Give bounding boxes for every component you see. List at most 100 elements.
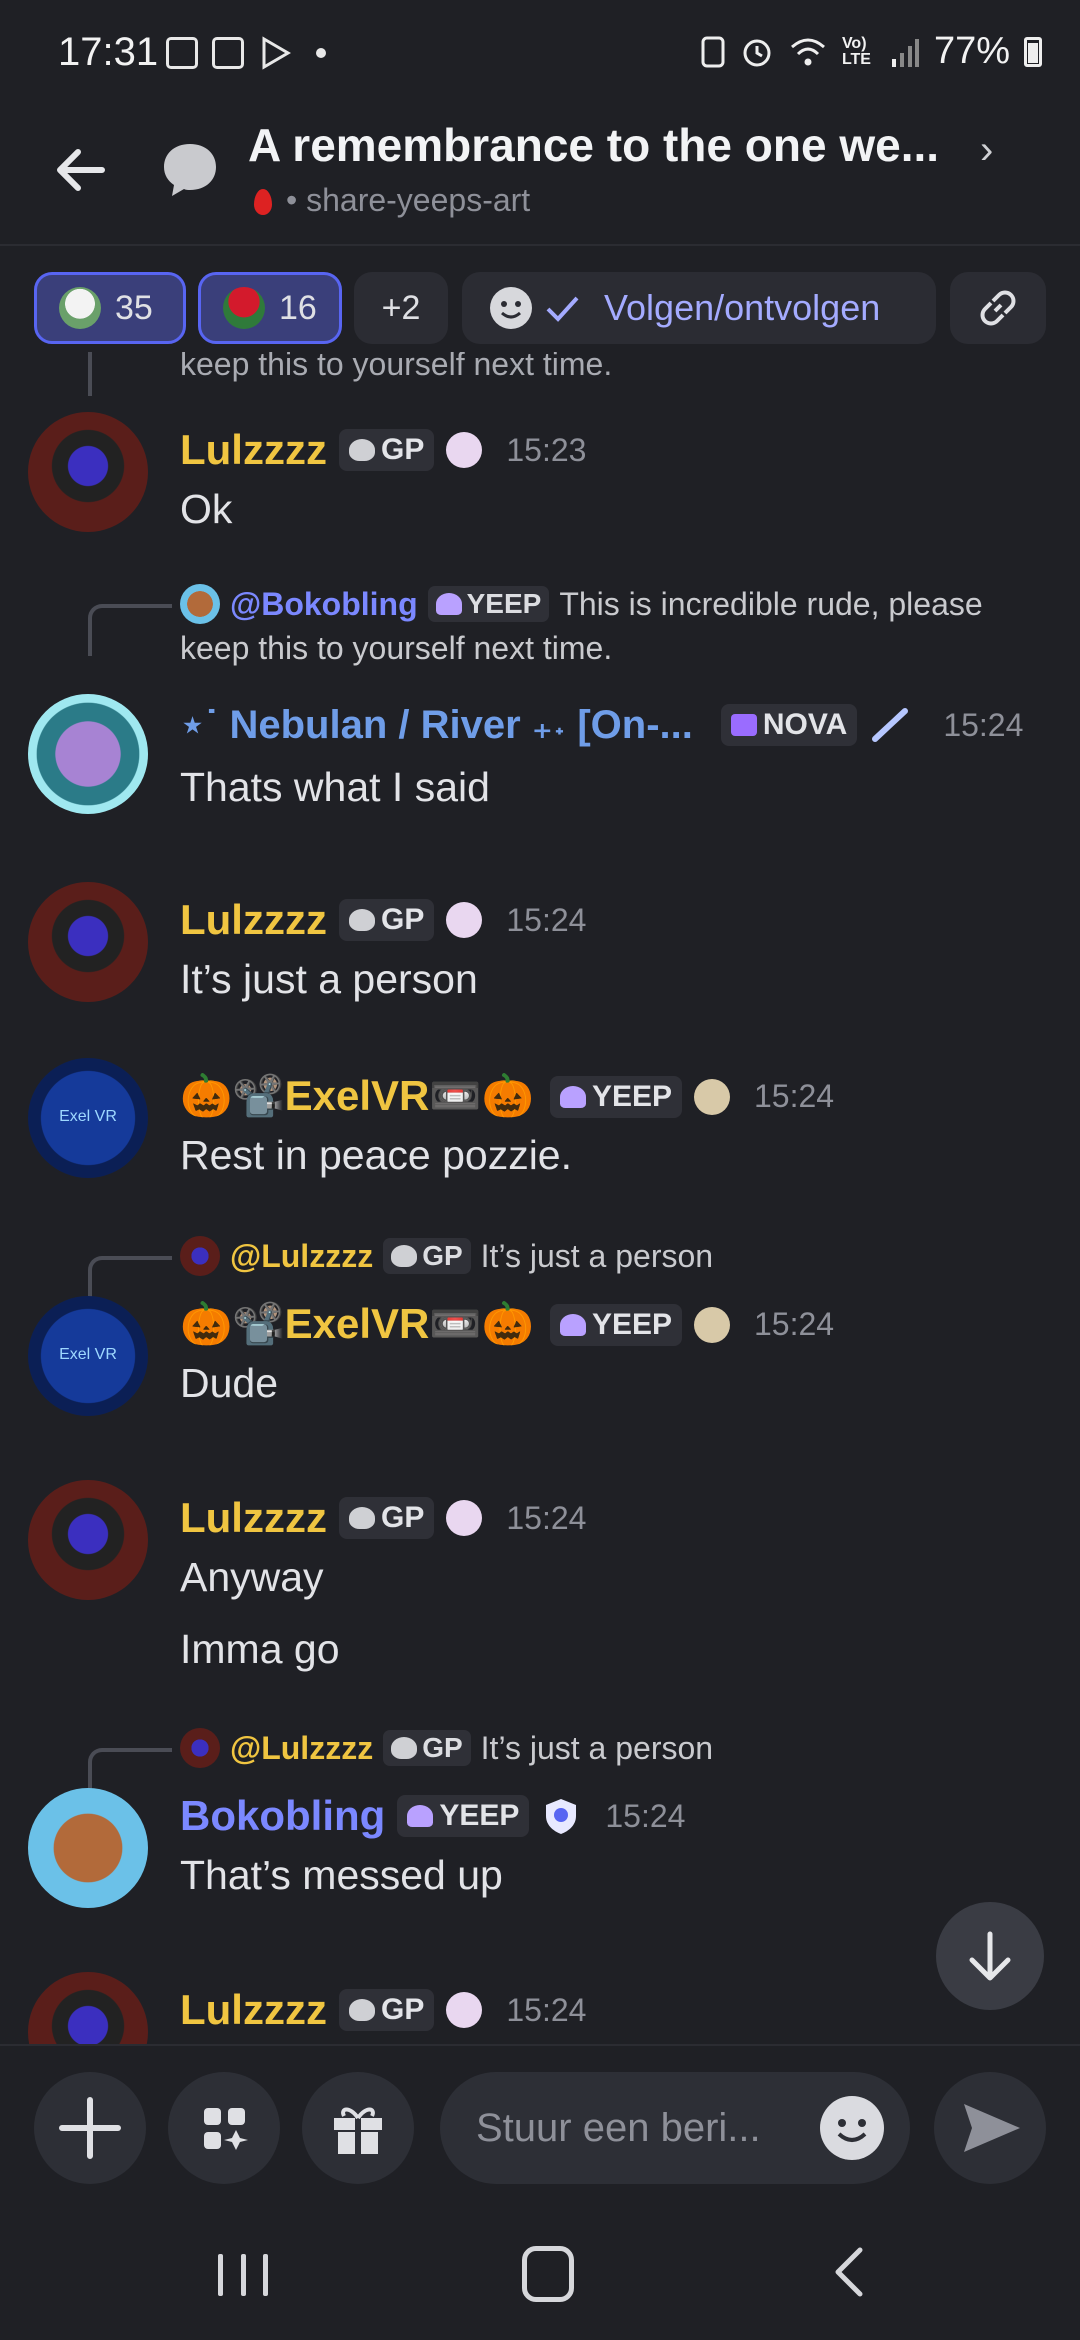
reaction-rose[interactable]: 16 xyxy=(198,272,342,344)
username[interactable]: Bokobling xyxy=(180,1792,385,1840)
avatar[interactable] xyxy=(28,1480,148,1600)
reply-username[interactable]: @Bokobling xyxy=(230,586,418,623)
reaction-dove[interactable]: 35 xyxy=(34,272,186,344)
clipped-reply-text: keep this to yourself next time. xyxy=(180,352,613,382)
reply-avatar xyxy=(180,1236,220,1276)
message-list[interactable]: keep this to yourself next time. Lulzzzz… xyxy=(0,352,1080,2044)
username[interactable]: 🎃📽️ExelVR📼🎃 xyxy=(180,1072,534,1121)
send-icon xyxy=(964,2104,1020,2152)
avatar[interactable] xyxy=(28,882,148,1002)
arrow-down-icon xyxy=(969,1931,1011,1981)
thread-header: A remembrance to the one we... › • share… xyxy=(0,110,1080,246)
username[interactable]: Lulzzzz xyxy=(180,896,327,944)
reply-role-tag: GP xyxy=(383,1238,471,1274)
checkbox-notification-icon xyxy=(212,37,244,69)
role-tag-label: GP xyxy=(380,433,425,466)
username[interactable]: ⋆˙ Nebulan / River ₊˖ [On-... xyxy=(180,702,693,748)
rose-emoji-icon xyxy=(223,287,265,329)
thread-action-bar: 35 16 +2 Volgen/ontvolgen xyxy=(0,272,1080,348)
reaction-count: 16 xyxy=(279,288,317,327)
gallery-notification-icon xyxy=(166,37,198,69)
apps-button[interactable] xyxy=(168,2072,280,2184)
message-text: It’s just a person xyxy=(180,956,478,1002)
timestamp: 15:24 xyxy=(943,706,1024,743)
avatar[interactable]: Exel VR xyxy=(28,1296,148,1416)
mask-badge-icon xyxy=(693,1306,730,1343)
channel-breadcrumb[interactable]: • share-yeeps-art xyxy=(254,182,530,219)
role-tag: GP xyxy=(338,1497,435,1539)
heart-icon xyxy=(407,1805,434,1827)
role-tag: GP xyxy=(338,429,435,471)
copy-link-button[interactable] xyxy=(950,272,1046,344)
reply-avatar xyxy=(180,1728,220,1768)
role-tag-label: GP xyxy=(380,1501,425,1534)
avatar[interactable] xyxy=(28,1788,148,1908)
role-tag-label: GP xyxy=(380,1993,425,2026)
timestamp: 15:24 xyxy=(753,1306,835,1342)
avatar[interactable] xyxy=(28,412,148,532)
nav-back-icon[interactable] xyxy=(826,2242,870,2302)
role-tag-label: NOVA xyxy=(762,708,848,741)
thread-title[interactable]: A remembrance to the one we... xyxy=(248,118,939,172)
nfc-icon xyxy=(701,36,725,67)
reaction-count: 35 xyxy=(115,288,153,327)
reply-username[interactable]: @Lulzzzz xyxy=(230,1238,373,1275)
message-composer: Stuur een beri... xyxy=(0,2044,1080,2206)
username[interactable]: Lulzzzz xyxy=(180,1986,327,2034)
add-reaction-smiley-icon[interactable] xyxy=(488,285,534,331)
status-bar: 17:31 Vo) LTE 77% xyxy=(0,0,1080,110)
username[interactable]: Lulzzzz xyxy=(180,1494,327,1542)
back-arrow-icon[interactable] xyxy=(52,142,108,198)
timestamp: 15:24 xyxy=(605,1797,686,1834)
heart-icon xyxy=(559,1313,586,1336)
role-tag: NOVA xyxy=(720,704,858,746)
channel-name: • share-yeeps-art xyxy=(286,182,531,218)
thread-bubble-icon xyxy=(164,144,216,196)
reply-connector xyxy=(88,604,172,656)
avatar[interactable]: Exel VR xyxy=(28,1058,148,1178)
notification-icons xyxy=(166,36,326,70)
reply-preview: This is incredible rude, please xyxy=(559,585,983,622)
home-icon[interactable] xyxy=(522,2246,574,2302)
follow-button[interactable]: Volgen/ontvolgen xyxy=(462,272,936,344)
checkmark-icon xyxy=(546,296,579,322)
emoji-picker-icon[interactable] xyxy=(820,2096,884,2160)
role-tag-label: GP xyxy=(380,903,425,936)
gift-button[interactable] xyxy=(302,2072,414,2184)
send-button[interactable] xyxy=(934,2072,1046,2184)
shield-badge-icon xyxy=(546,1799,577,1834)
role-tag: YEEP xyxy=(549,1303,682,1346)
avatar[interactable] xyxy=(28,1972,148,2044)
avatar[interactable] xyxy=(28,694,148,814)
wifi-icon xyxy=(790,38,825,65)
role-tag-label: YEEP xyxy=(591,1079,672,1113)
skull-icon xyxy=(348,909,375,931)
message-input[interactable]: Stuur een beri... xyxy=(440,2072,910,2184)
skull-icon xyxy=(348,1999,375,2021)
skull-icon xyxy=(348,1507,375,1529)
signal-icon xyxy=(891,38,919,67)
heart-icon xyxy=(559,1085,586,1108)
chevron-right-icon[interactable]: › xyxy=(980,128,993,173)
reply-preview: It’s just a person xyxy=(480,1237,714,1274)
cat-icon xyxy=(730,714,757,736)
message-text: Imma go xyxy=(180,1626,340,1672)
username[interactable]: 🎃📽️ExelVR📼🎃 xyxy=(180,1300,534,1349)
more-reactions-count: +2 xyxy=(381,288,421,327)
skull-icon xyxy=(348,439,375,461)
timestamp: 15:24 xyxy=(753,1078,835,1114)
more-reactions-button[interactable]: +2 xyxy=(354,272,448,344)
plus-icon xyxy=(59,2097,121,2159)
timestamp: 15:23 xyxy=(506,431,587,468)
avatar-label: Exel VR xyxy=(59,1346,117,1363)
reply-username[interactable]: @Lulzzzz xyxy=(230,1730,373,1767)
blood-drop-icon xyxy=(254,189,272,215)
jump-to-latest-button[interactable] xyxy=(936,1902,1044,2010)
recent-apps-icon[interactable] xyxy=(218,2254,268,2296)
username[interactable]: Lulzzzz xyxy=(180,426,327,474)
reply-role-label: GP xyxy=(422,1732,463,1763)
add-attachment-button[interactable] xyxy=(34,2072,146,2184)
role-tag: YEEP xyxy=(397,1795,530,1837)
system-status-icons: Vo) LTE 77% xyxy=(700,30,1042,73)
cat-badge-icon xyxy=(446,902,483,938)
